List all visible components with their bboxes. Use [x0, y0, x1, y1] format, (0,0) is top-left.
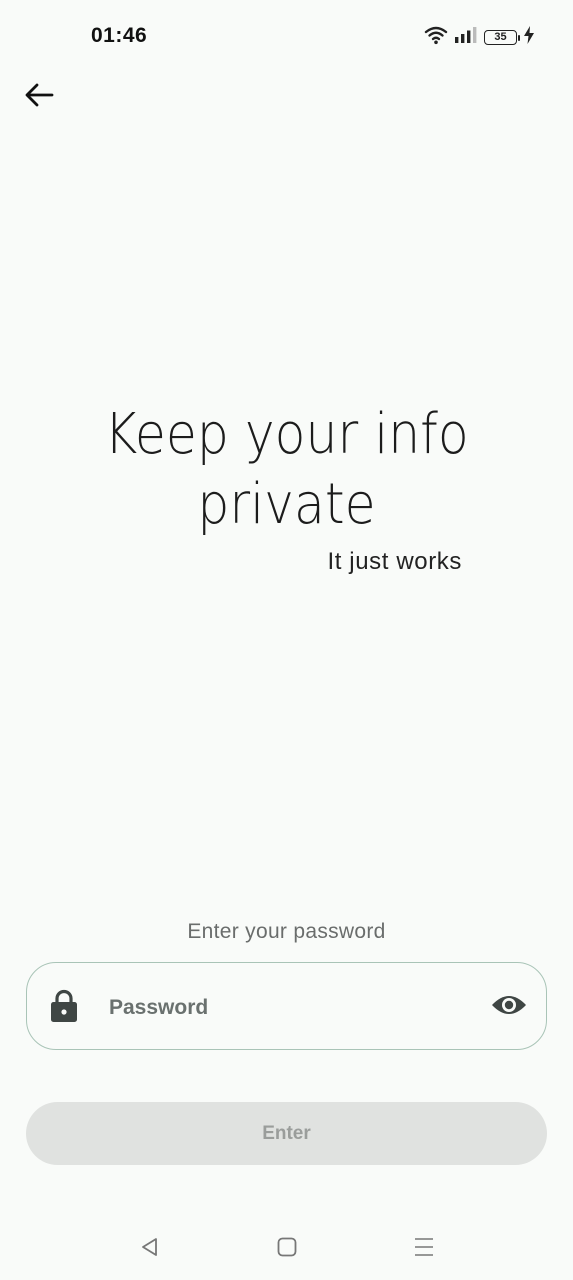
hero-title-line1: Keep your info — [104, 402, 469, 467]
nav-back-button[interactable] — [132, 1231, 168, 1267]
status-time: 01:46 — [91, 24, 148, 47]
hero-title: Keep your info private — [29, 400, 545, 540]
status-bar: 01:46 35 — [0, 0, 573, 74]
menu-lines-icon — [413, 1236, 435, 1263]
home-square-icon — [276, 1236, 298, 1263]
password-prompt: Enter your password — [187, 920, 386, 943]
enter-button[interactable]: Enter — [26, 1102, 547, 1165]
hero-section: Keep your info private It just works — [0, 400, 573, 575]
arrow-left-icon — [24, 82, 54, 113]
battery-level: 35 — [494, 31, 507, 43]
back-button[interactable] — [20, 78, 58, 116]
toggle-visibility-button[interactable] — [490, 989, 528, 1025]
wifi-icon — [424, 25, 448, 50]
status-icons: 35 — [424, 25, 535, 50]
battery-icon: 35 — [484, 29, 520, 45]
charging-icon — [523, 25, 535, 50]
password-field[interactable] — [26, 962, 547, 1050]
signal-icon — [454, 26, 478, 49]
eye-icon — [491, 993, 527, 1022]
navigation-bar — [0, 1215, 573, 1275]
hero-title-line2: private — [197, 472, 376, 537]
nav-menu-button[interactable] — [406, 1231, 442, 1267]
password-input[interactable] — [107, 985, 471, 1031]
back-triangle-icon — [139, 1236, 161, 1263]
nav-home-button[interactable] — [269, 1231, 305, 1267]
lock-icon — [50, 989, 78, 1023]
hero-subtitle: It just works — [327, 548, 462, 575]
